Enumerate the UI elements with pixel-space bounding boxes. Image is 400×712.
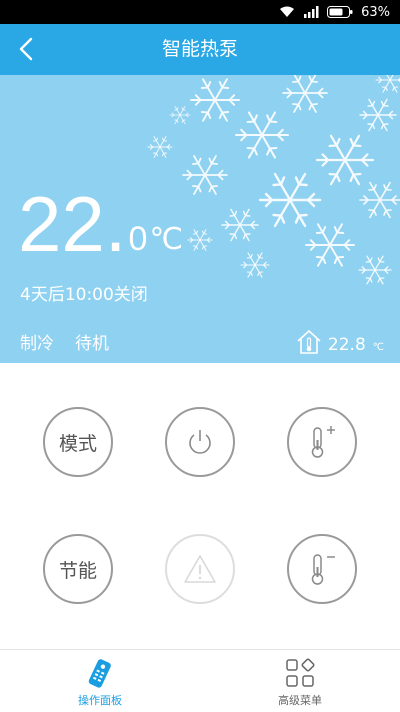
indoor-temperature: 22.8 ℃ — [296, 327, 384, 355]
remote-control-icon — [88, 659, 111, 688]
wifi-icon — [280, 6, 295, 17]
tab-advanced-menu[interactable]: 高级菜单 — [200, 650, 400, 712]
grid-menu-icon — [286, 658, 315, 687]
mode-button[interactable]: 模式 — [43, 407, 113, 477]
temperature-decimal: 0 — [128, 220, 148, 258]
battery-icon — [327, 6, 353, 18]
status-bar: 63% — [0, 0, 400, 24]
page-title: 智能热泵 — [161, 38, 238, 60]
bottom-navigation: 操作面板 高级菜单 — [0, 649, 400, 712]
warning-icon — [184, 555, 216, 583]
set-temperature: 22. 0 ℃ — [18, 173, 183, 263]
title-bar: 智能热泵 — [0, 24, 400, 75]
indoor-temperature-unit: ℃ — [372, 342, 384, 353]
temperature-up-button[interactable] — [287, 407, 357, 477]
alarm-button[interactable] — [165, 534, 235, 604]
signal-icon — [304, 6, 319, 18]
temperature-value: 22. — [18, 180, 127, 268]
battery-percent: 63% — [361, 4, 390, 20]
tab-control-panel[interactable]: 操作面板 — [0, 650, 200, 712]
power-icon — [189, 430, 211, 454]
house-thermometer-icon — [297, 330, 321, 354]
temperature-unit: ℃ — [149, 222, 184, 257]
state-text: 待机 — [75, 334, 109, 354]
temperature-down-button[interactable] — [287, 534, 357, 604]
thermometer-minus-icon — [311, 554, 335, 585]
thermometer-plus-icon — [311, 426, 335, 458]
tab-control-panel-label: 操作面板 — [78, 694, 122, 707]
eco-button[interactable]: 节能 — [43, 534, 113, 604]
timer-text: 4天后10:00关闭 — [20, 285, 148, 305]
indoor-temperature-value: 22.8 — [327, 335, 366, 355]
eco-button-label: 节能 — [58, 559, 97, 582]
mode-button-label: 模式 — [58, 432, 97, 455]
tab-advanced-menu-label: 高级菜单 — [278, 694, 322, 707]
power-button[interactable] — [165, 407, 235, 477]
mode-text: 制冷 — [20, 334, 54, 354]
status-panel: 22. 0 ℃ 4天后10:00关闭 制冷 待机 22.8 ℃ — [0, 75, 400, 363]
